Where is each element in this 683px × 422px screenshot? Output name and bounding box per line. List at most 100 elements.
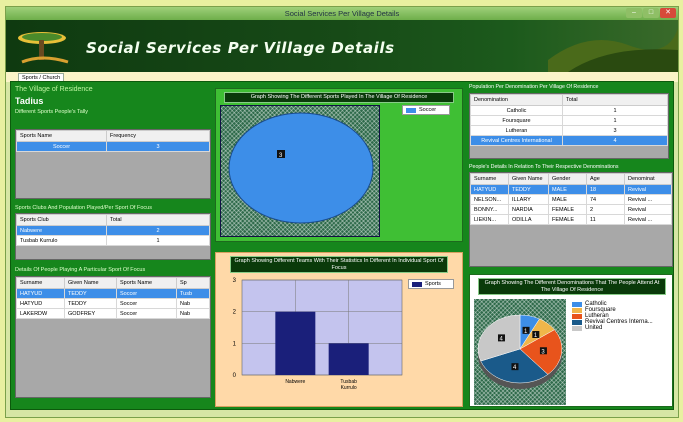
column-header[interactable]: Frequency <box>106 130 210 142</box>
table-row[interactable]: NELSON... ILLARY MALE 74 Revival ... <box>470 194 672 205</box>
table-cell: Revival ... <box>624 214 672 225</box>
column-header[interactable]: Sp <box>176 277 210 289</box>
table-cell: Revival ... <box>624 194 672 205</box>
table-row[interactable]: HATYUD TEDDY Soccer Nab <box>16 298 210 309</box>
table-cell: 11 <box>586 214 625 225</box>
clubs-grid[interactable]: Sports Club Total Nabwere 2 Tusbab Kurru… <box>15 213 211 260</box>
table-cell: ILLARY <box>508 194 549 205</box>
legend-swatch <box>406 107 416 113</box>
legend-swatch <box>572 325 582 331</box>
banner: Social Services Per Village Details <box>6 20 678 72</box>
table-cell: MALE <box>548 184 587 195</box>
column-header[interactable]: Gender <box>548 173 587 185</box>
table-cell: LIEKIN... <box>470 214 509 225</box>
table-row[interactable]: HATYUD TEDDY Soccer Tusb <box>16 288 210 299</box>
banner-title: Social Services Per Village Details <box>86 39 395 57</box>
table-cell: 1 <box>106 235 210 246</box>
teams-chart-frame: Graph Showing Different Teams With Their… <box>215 252 463 407</box>
denom-grid[interactable]: Denomination Total Catholic 1 Foursquare… <box>469 93 669 159</box>
table-cell: Lutheran <box>470 125 563 136</box>
denom-chart-plot: 11344 <box>474 299 566 405</box>
table-row[interactable]: BONNY... NARDIA FEMALE 2 Revival <box>470 204 672 215</box>
denom-chart-frame: Graph Showing The Different Denomination… <box>469 274 673 407</box>
column-header[interactable]: Sports Name <box>16 130 107 142</box>
sports-pie-chart: 3 <box>228 112 374 224</box>
table-row[interactable]: Tusbab Kurrulo 1 <box>16 235 210 246</box>
teams-bar-chart: 0 1 2 3 Nabwere Tusbab Kurrulo <box>233 278 403 391</box>
tab-content: The Village of Residence Tadius Differen… <box>10 81 674 410</box>
table-cell: 18 <box>586 184 625 195</box>
table-row[interactable]: Revival Centres International 4 <box>470 135 668 146</box>
column-header[interactable]: Sports Club <box>16 214 107 226</box>
sports-chart-frame: Graph Showing The Different Sports Playe… <box>215 88 463 242</box>
table-cell: ODILLA <box>508 214 549 225</box>
table-header: Sports Name Frequency <box>16 130 210 142</box>
table-cell: FEMALE <box>548 214 587 225</box>
table-header: Surname Given Name Sports Name Sp <box>16 277 210 289</box>
village-name: Tadius <box>15 96 44 106</box>
table-row[interactable]: Soccer 3 <box>16 141 210 152</box>
table-cell: NARDIA <box>508 204 549 215</box>
table-cell: Soccer <box>116 288 177 299</box>
table-cell: LAKERDW <box>16 308 65 319</box>
maximize-button[interactable]: □ <box>643 8 659 18</box>
x-tick-label: Nabwere <box>285 379 305 385</box>
table-cell: Soccer <box>116 298 177 309</box>
table-cell: Tusb <box>176 288 210 299</box>
column-header[interactable]: Surname <box>470 173 509 185</box>
table-row[interactable]: Lutheran 3 <box>470 125 668 136</box>
column-header[interactable]: Sports Name <box>116 277 177 289</box>
column-header[interactable]: Given Name <box>508 173 549 185</box>
window-title: Social Services Per Village Details <box>284 9 400 18</box>
denom-people-label: People's Details In Relation To Their Re… <box>469 164 619 170</box>
table-row[interactable]: Foursquare 1 <box>470 115 668 126</box>
sports-chart-title: Graph Showing The Different Sports Playe… <box>224 92 454 103</box>
column-header[interactable]: Total <box>562 94 668 106</box>
close-button[interactable]: ✕ <box>660 8 676 18</box>
table-cell: BONNY... <box>470 204 509 215</box>
legend-label: Sports <box>425 281 441 287</box>
table-cell: HATYUD <box>470 184 509 195</box>
column-header[interactable]: Denominat <box>624 173 672 185</box>
table-row[interactable]: LAKERDW GODFREY Soccer Nab <box>16 308 210 319</box>
table-cell: 2 <box>106 225 210 236</box>
column-header[interactable]: Given Name <box>64 277 117 289</box>
people-grid[interactable]: Surname Given Name Sports Name Sp HATYUD… <box>15 276 211 398</box>
column-header[interactable]: Surname <box>16 277 65 289</box>
table-cell: MALE <box>548 194 587 205</box>
column-header[interactable]: Total <box>106 214 210 226</box>
table-cell: 3 <box>106 141 210 152</box>
legend-swatch <box>572 301 582 307</box>
village-label: The Village of Residence <box>15 86 93 93</box>
left-panel: The Village of Residence Tadius Differen… <box>15 84 213 404</box>
table-cell: 1 <box>562 105 668 116</box>
table-row[interactable]: Catholic 1 <box>470 105 668 116</box>
teams-chart-legend: Sports <box>408 279 454 289</box>
table-cell: Revival <box>624 204 672 215</box>
clubs-label: Sports Clubs And Population Played/Per S… <box>15 205 152 211</box>
legend-item: United <box>570 325 670 331</box>
legend-swatch <box>412 281 422 287</box>
table-cell: Soccer <box>116 308 177 319</box>
table-header: Surname Given Name Gender Age Denominat <box>470 173 672 185</box>
sports-chart-plot: 3 <box>220 105 380 237</box>
column-header[interactable]: Age <box>586 173 625 185</box>
table-cell: NELSON... <box>470 194 509 205</box>
sports-tally-grid[interactable]: Sports Name Frequency Soccer 3 <box>15 129 211 199</box>
table-cell: TEDDY <box>508 184 549 195</box>
legend-item: Soccer <box>403 106 449 114</box>
table-row[interactable]: Nabwere 2 <box>16 225 210 236</box>
table-cell: Nabwere <box>16 225 107 236</box>
right-panel: Population Per Denomination Per Village … <box>469 84 673 409</box>
table-row[interactable]: HATYUD TEDDY MALE 18 Revival <box>470 184 672 195</box>
denom-people-grid[interactable]: Surname Given Name Gender Age Denominat … <box>469 172 673 267</box>
table-cell: Soccer <box>16 141 107 152</box>
table-cell: HATYUD <box>16 298 65 309</box>
denom-chart-title: Graph Showing The Different Denomination… <box>478 278 666 295</box>
legend-label: United <box>585 325 603 331</box>
y-tick-label: 1 <box>233 341 237 347</box>
table-cell: 74 <box>586 194 625 205</box>
column-header[interactable]: Denomination <box>470 94 563 106</box>
minimize-button[interactable]: – <box>626 8 642 18</box>
table-row[interactable]: LIEKIN... ODILLA FEMALE 11 Revival ... <box>470 214 672 225</box>
